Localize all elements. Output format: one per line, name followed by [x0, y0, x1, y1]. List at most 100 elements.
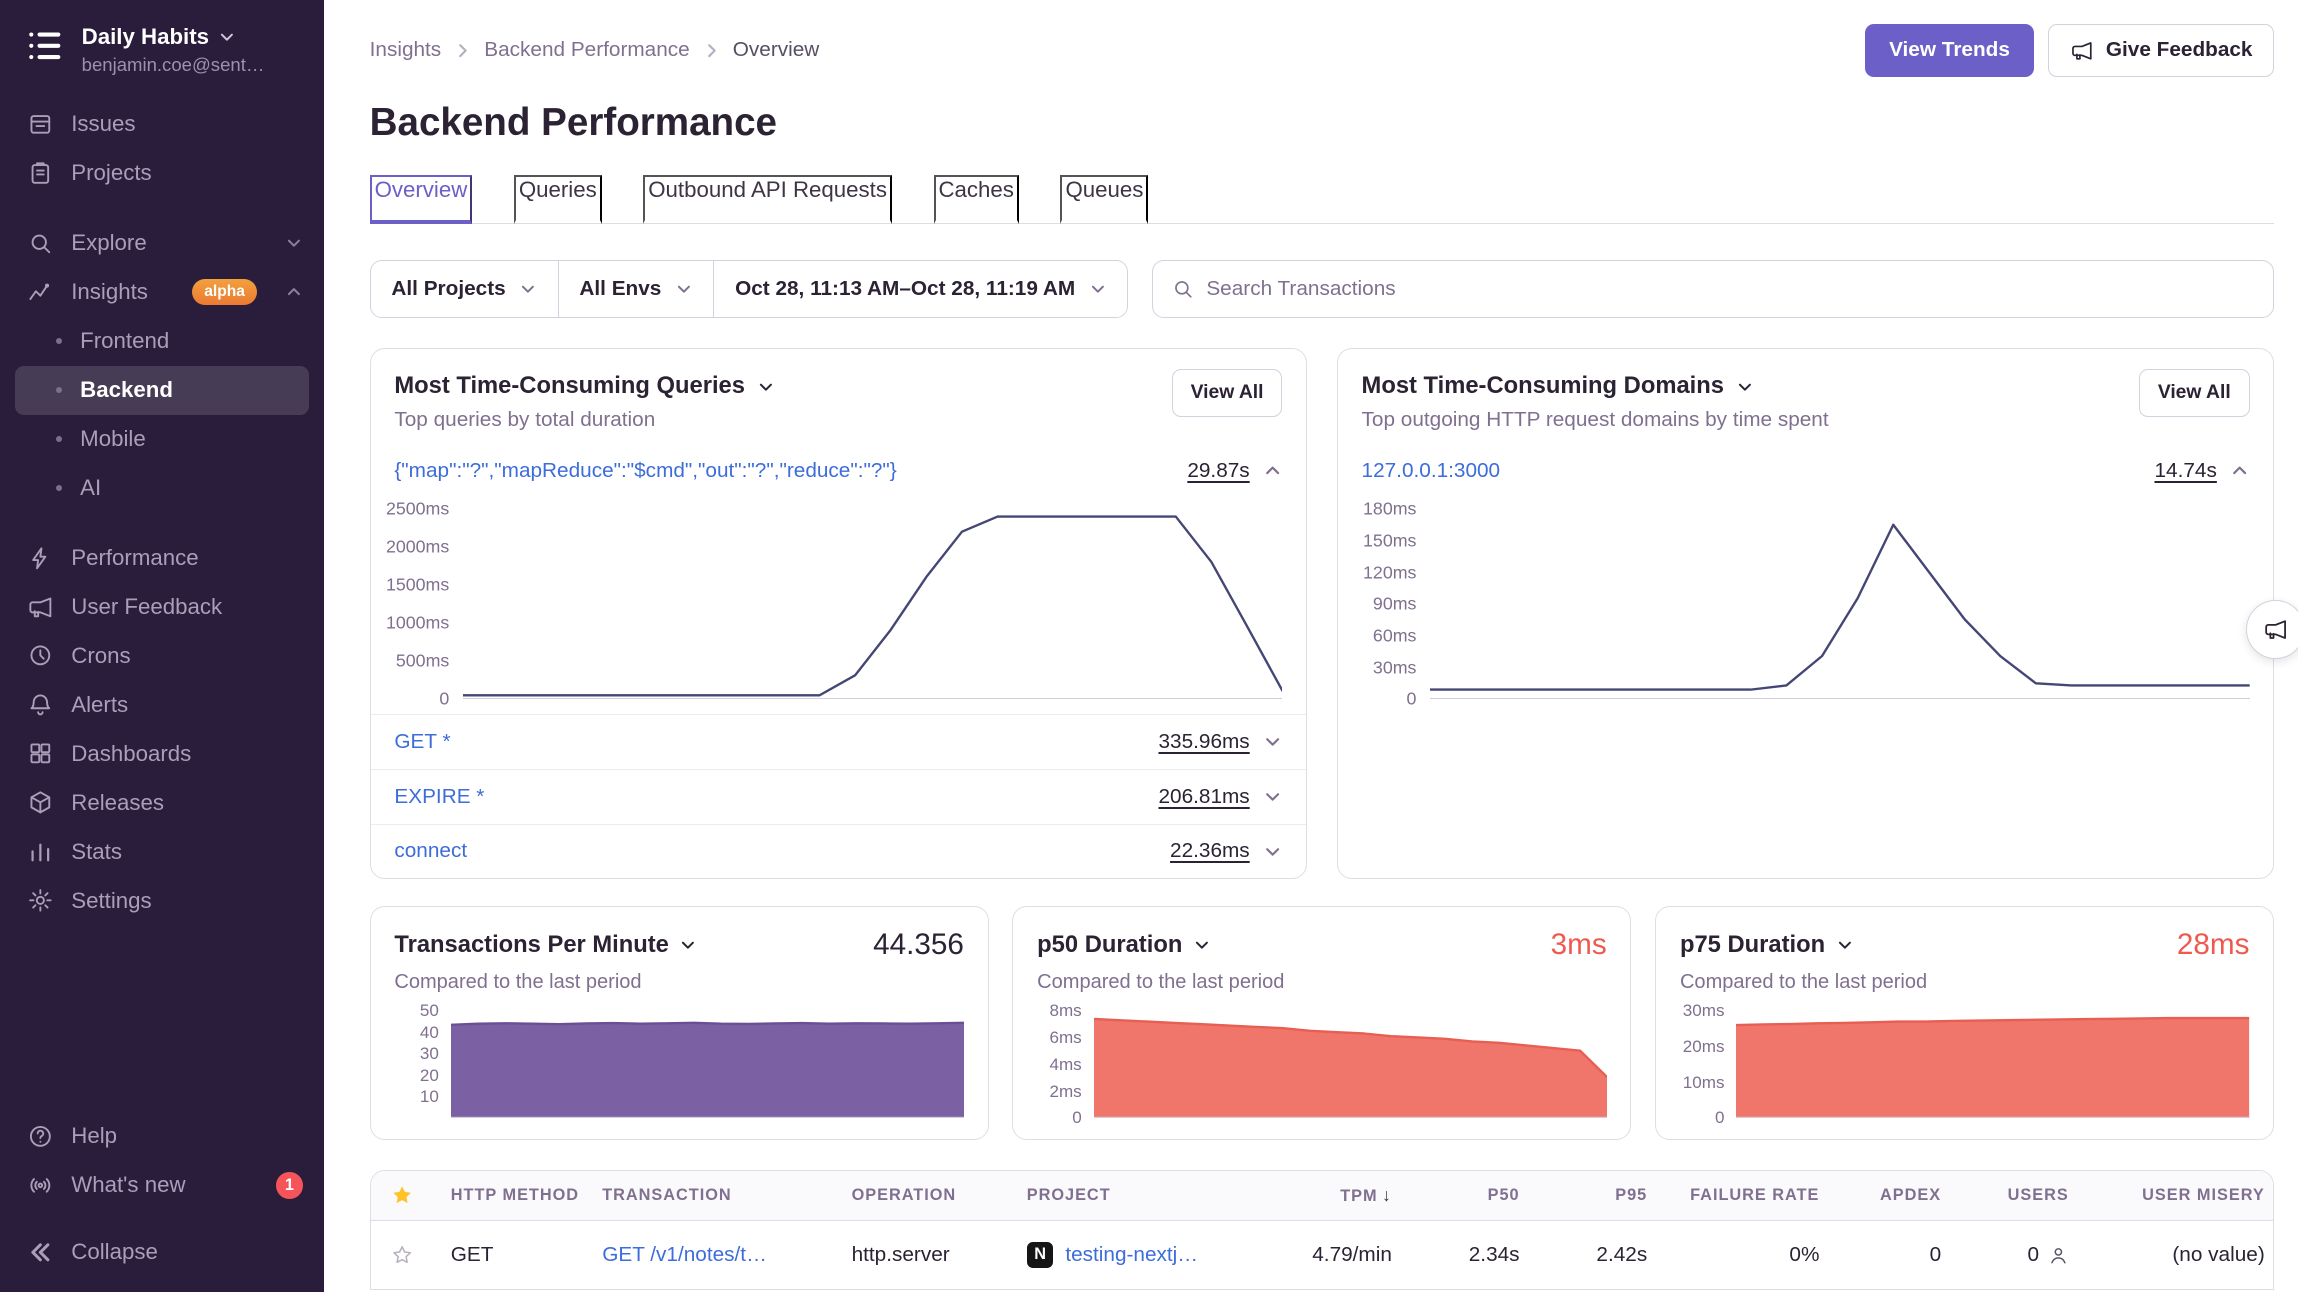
query-duration-value[interactable]: 22.36ms — [1170, 839, 1250, 863]
domain-expanded-row: 127.0.0.1:3000 14.74s — [1338, 444, 2273, 498]
domains-view-all-button[interactable]: View All — [2139, 369, 2250, 417]
axis-tick-label: 2500ms — [386, 499, 449, 520]
sidebar-item-crons[interactable]: Crons — [0, 631, 324, 680]
project-link[interactable]: testing-nextj… — [1065, 1243, 1198, 1267]
table-row[interactable]: GETGET /v1/notes/t…http.serverNtesting-n… — [371, 1220, 2275, 1289]
sidebar-item-stats[interactable]: Stats — [0, 827, 324, 876]
users-count: 0 — [2028, 1243, 2040, 1267]
sidebar-item-user-feedback[interactable]: User Feedback — [0, 582, 324, 631]
sidebar-item-explore[interactable]: Explore — [0, 219, 324, 268]
query-duration-value[interactable]: 206.81ms — [1158, 785, 1249, 809]
axis-tick-label: 1000ms — [386, 613, 449, 634]
view-trends-button[interactable]: View Trends — [1865, 24, 2033, 77]
sidebar-item-issues[interactable]: Issues — [0, 100, 324, 149]
query-row: connect 22.36ms — [371, 824, 1306, 879]
column-header-failure-rate[interactable]: FAILURE RATE — [1665, 1171, 1837, 1220]
column-header-apdex[interactable]: APDEX — [1837, 1171, 1959, 1220]
chart-y-axis: 2500ms2000ms1500ms1000ms500ms0 — [383, 509, 463, 699]
transaction-link[interactable]: GET /v1/notes/t… — [602, 1243, 767, 1266]
sidebar-item-projects[interactable]: Projects — [0, 149, 324, 198]
chevron-down-icon[interactable] — [1263, 842, 1282, 861]
chevron-down-icon — [285, 234, 303, 252]
star-outline-icon[interactable] — [388, 1244, 415, 1266]
sidebar-item-insights[interactable]: Insightsalpha — [0, 268, 324, 317]
sidebar-item-settings[interactable]: Settings — [0, 876, 324, 925]
sidebar-item-label: Stats — [71, 839, 122, 865]
chevron-up-icon[interactable] — [1263, 461, 1282, 480]
queries-view-all-button[interactable]: View All — [1172, 369, 1283, 417]
chevron-right-icon — [702, 41, 721, 60]
sidebar-item-performance[interactable]: Performance — [0, 533, 324, 582]
query-duration-value[interactable]: 29.87s — [1187, 459, 1249, 483]
chevron-down-icon — [218, 28, 236, 46]
query-link[interactable]: GET * — [394, 730, 450, 754]
domain-link[interactable]: 127.0.0.1:3000 — [1362, 459, 1501, 483]
breadcrumb-item-insights[interactable]: Insights — [370, 38, 442, 62]
feedback-fab-button[interactable] — [2246, 600, 2298, 659]
chevron-down-icon — [1089, 280, 1107, 298]
search-input[interactable] — [1206, 277, 2255, 301]
sidebar-item-ai[interactable]: AI — [0, 464, 324, 513]
chevron-down-icon[interactable] — [1263, 787, 1282, 806]
column-header-p95[interactable]: P95 — [1537, 1171, 1665, 1220]
column-header-project[interactable]: PROJECT — [1009, 1171, 1258, 1220]
sidebar-item-dashboards[interactable]: Dashboards — [0, 729, 324, 778]
sidebar-item-help[interactable]: Help — [0, 1112, 324, 1161]
sidebar-item-label: Backend — [80, 377, 173, 403]
column-header-operation[interactable]: OPERATION — [834, 1171, 1009, 1220]
projects-filter[interactable]: All Projects — [371, 261, 558, 317]
column-header-user-misery[interactable]: USER MISERY — [2087, 1171, 2275, 1220]
chevron-down-icon[interactable] — [1263, 732, 1282, 751]
tab-caches[interactable]: Caches — [934, 175, 1019, 225]
column-header-users[interactable]: USERS — [1959, 1171, 2087, 1220]
tab-outbound-api-requests[interactable]: Outbound API Requests — [643, 175, 892, 225]
breadcrumb-item-backend-performance[interactable]: Backend Performance — [484, 38, 689, 62]
stat-card-title-dropdown[interactable]: p50 Duration — [1037, 931, 1210, 959]
sidebar-item-label: Releases — [71, 790, 164, 816]
favorite-cell[interactable] — [371, 1220, 433, 1289]
queries-panel-title-dropdown[interactable]: Most Time-Consuming Queries — [394, 372, 1282, 400]
axis-tick-label: 0 — [1072, 1108, 1082, 1128]
stat-card-title-dropdown[interactable]: Transactions Per Minute — [394, 931, 697, 959]
give-feedback-button[interactable]: Give Feedback — [2048, 24, 2274, 77]
user-icon — [2048, 1245, 2069, 1266]
sidebar-item-mobile[interactable]: Mobile — [0, 415, 324, 464]
tab-queries[interactable]: Queries — [514, 175, 602, 225]
query-link[interactable]: connect — [394, 839, 467, 863]
sidebar-item-releases[interactable]: Releases — [0, 778, 324, 827]
tab-queues[interactable]: Queues — [1060, 175, 1148, 225]
megaphone-icon — [2070, 39, 2094, 63]
sidebar-item-what-s-new[interactable]: What's new1 — [0, 1161, 324, 1210]
axis-tick-label: 10ms — [1683, 1073, 1725, 1093]
query-link[interactable]: EXPIRE * — [394, 785, 484, 809]
stat-card-title-dropdown[interactable]: p75 Duration — [1680, 931, 1853, 959]
column-header-label: USERS — [2008, 1186, 2069, 1204]
favorite-column-header[interactable] — [371, 1171, 433, 1220]
collapse-icon — [27, 1239, 54, 1266]
column-header-transaction[interactable]: TRANSACTION — [584, 1171, 833, 1220]
sidebar-item-label: Alerts — [71, 692, 128, 718]
column-header-p50[interactable]: P50 — [1410, 1171, 1538, 1220]
sidebar-item-alerts[interactable]: Alerts — [0, 680, 324, 729]
org-switcher[interactable]: Daily Habits benjamin.coe@sent… — [0, 21, 324, 94]
sidebar-item-backend[interactable]: Backend — [15, 366, 309, 415]
sidebar-item-collapse[interactable]: Collapse — [0, 1228, 324, 1277]
column-header-label: TRANSACTION — [602, 1186, 732, 1204]
sidebar-footer: Help What's new1 Collapse — [0, 1112, 324, 1277]
sidebar-item-frontend[interactable]: Frontend — [0, 317, 324, 366]
stat-card-title: p50 Duration — [1037, 931, 1182, 959]
axis-tick-label: 2ms — [1049, 1082, 1081, 1102]
domain-duration-value[interactable]: 14.74s — [2154, 459, 2216, 483]
date-range-filter[interactable]: Oct 28, 11:13 AM–Oct 28, 11:19 AM — [713, 261, 1127, 317]
column-header-tpm[interactable]: TPM↓ — [1258, 1171, 1409, 1220]
query-link[interactable]: {"map":"?","mapReduce":"$cmd","out":"?",… — [394, 459, 896, 483]
column-header-http-method[interactable]: HTTP METHOD — [433, 1171, 584, 1220]
search-icon — [27, 230, 54, 257]
query-duration-value[interactable]: 335.96ms — [1158, 730, 1249, 754]
environments-filter[interactable]: All Envs — [558, 261, 714, 317]
chevron-up-icon[interactable] — [2230, 461, 2249, 480]
tab-overview[interactable]: Overview — [370, 175, 473, 225]
domains-panel-title-dropdown[interactable]: Most Time-Consuming Domains — [1362, 372, 2250, 400]
sidebar-item-label: Help — [71, 1123, 117, 1149]
users-cell: 0 — [1959, 1220, 2087, 1289]
